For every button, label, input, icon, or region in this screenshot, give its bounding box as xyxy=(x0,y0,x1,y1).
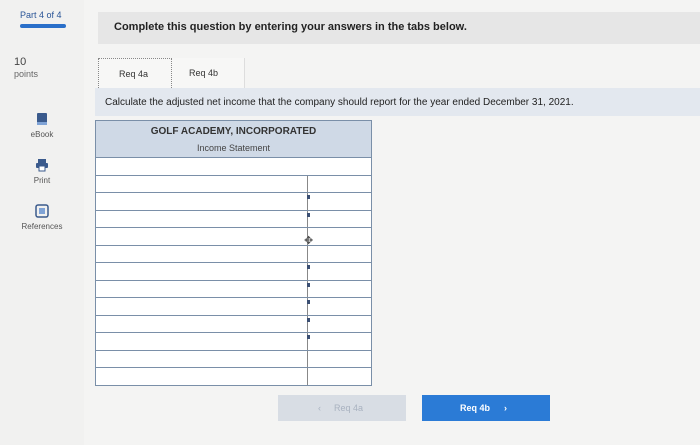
line-item-input[interactable] xyxy=(96,263,308,280)
line-item-input[interactable] xyxy=(96,333,308,350)
ebook-label: eBook xyxy=(30,130,54,139)
banner-text: Complete this question by entering your … xyxy=(114,21,467,33)
print-button[interactable]: Print xyxy=(14,158,70,185)
chevron-right-icon: › xyxy=(504,403,507,413)
amount-input[interactable] xyxy=(307,368,371,385)
amount-input[interactable] xyxy=(307,246,371,263)
amount-input[interactable] xyxy=(307,298,371,315)
amount-input[interactable] xyxy=(307,351,371,368)
prev-req-label: Req 4a xyxy=(334,403,364,413)
table-row xyxy=(95,210,372,228)
statement-header: GOLF ACADEMY, INCORPORATED Income Statem… xyxy=(95,120,372,158)
amount-input[interactable] xyxy=(307,281,371,298)
question-instruction: Calculate the adjusted net income that t… xyxy=(95,88,700,116)
amount-input[interactable] xyxy=(307,228,371,245)
printer-icon xyxy=(36,159,48,172)
amount-input[interactable] xyxy=(307,211,371,228)
statement-title: Income Statement xyxy=(196,143,271,153)
line-item-input[interactable] xyxy=(96,280,308,297)
ebook-button[interactable]: eBook xyxy=(14,112,70,139)
table-row xyxy=(95,263,372,281)
table-row xyxy=(95,280,372,298)
tab-req-4b[interactable]: Req 4b xyxy=(172,58,245,88)
line-item-input[interactable] xyxy=(96,193,308,210)
print-label: Print xyxy=(33,176,51,185)
line-item-input[interactable] xyxy=(96,175,308,192)
line-item-input[interactable] xyxy=(96,298,308,315)
table-row xyxy=(95,368,372,386)
line-item-input[interactable] xyxy=(96,228,308,245)
references-icon xyxy=(35,204,49,218)
next-req-label: Req 4b xyxy=(460,403,491,413)
prev-req-button[interactable]: ‹ Req 4a xyxy=(278,395,406,421)
left-sidebar: Part 4 of 4 10 points eBook Print Refere… xyxy=(0,0,84,445)
tab-req-4a-label: Req 4a xyxy=(119,69,149,79)
amount-input[interactable] xyxy=(307,193,371,210)
table-row xyxy=(95,315,372,333)
table-row xyxy=(95,350,372,368)
line-item-input[interactable] xyxy=(96,245,308,262)
table-row xyxy=(95,158,372,176)
amount-input[interactable] xyxy=(307,316,371,333)
chevron-left-icon: ‹ xyxy=(318,403,321,413)
tab-req-4a[interactable]: Req 4a xyxy=(98,58,172,90)
part-indicator: Part 4 of 4 xyxy=(20,10,62,20)
tab-req-4b-label: Req 4b xyxy=(189,68,219,78)
part-progress-bar xyxy=(20,24,66,28)
next-req-button[interactable]: Req 4b › xyxy=(422,395,550,421)
company-name: GOLF ACADEMY, INCORPORATED xyxy=(150,126,317,137)
amount-input[interactable] xyxy=(307,263,371,280)
references-label: References xyxy=(21,222,63,231)
amount-input[interactable] xyxy=(307,176,371,193)
line-item-input[interactable] xyxy=(96,350,308,367)
line-item-input[interactable] xyxy=(96,368,308,385)
instruction-banner: Complete this question by entering your … xyxy=(98,12,700,44)
instruction-text: Calculate the adjusted net income that t… xyxy=(105,97,574,108)
line-item-input[interactable] xyxy=(96,158,371,175)
points-value: 10 xyxy=(14,56,27,68)
line-item-input[interactable] xyxy=(96,315,308,332)
table-row xyxy=(95,298,372,316)
points-label: points xyxy=(14,69,39,79)
table-row xyxy=(95,175,372,193)
move-cursor-icon: ✥ xyxy=(304,235,314,247)
amount-input[interactable] xyxy=(307,333,371,350)
table-row xyxy=(95,228,372,246)
book-icon xyxy=(37,113,47,125)
income-statement-table: GOLF ACADEMY, INCORPORATED Income Statem… xyxy=(95,120,372,386)
line-item-input[interactable] xyxy=(96,210,308,227)
table-row xyxy=(95,193,372,211)
table-row xyxy=(95,245,372,263)
table-row xyxy=(95,333,372,351)
references-button[interactable]: References xyxy=(14,204,70,231)
